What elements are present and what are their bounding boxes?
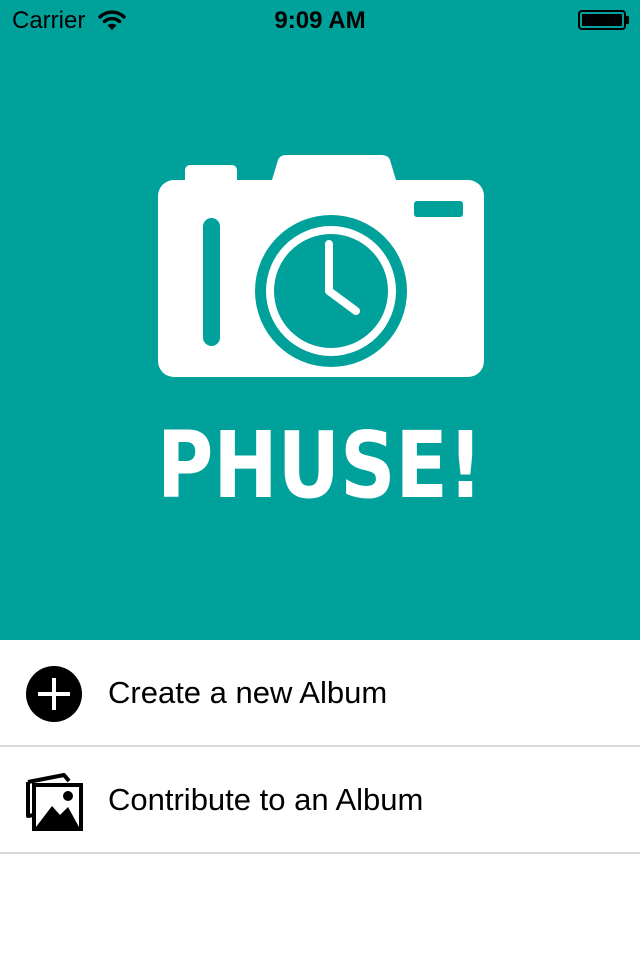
photos-stack-icon: [26, 773, 83, 831]
phuse-logo: PHUSE!: [157, 155, 484, 500]
album-menu: Create a new Album Contribute to an Albu…: [0, 640, 640, 854]
create-album-row[interactable]: Create a new Album: [0, 640, 640, 747]
create-album-label: Create a new Album: [108, 675, 388, 710]
contribute-album-label: Contribute to an Album: [108, 782, 424, 817]
logo-wordmark: PHUSE!: [157, 412, 483, 500]
hero-banner: Carrier 9:09 AM PHUSE!: [0, 0, 640, 640]
contribute-album-row[interactable]: Contribute to an Album: [0, 747, 640, 854]
clock-label: 9:09 AM: [274, 7, 366, 34]
plus-circle-icon: [26, 666, 82, 722]
status-bar: Carrier 9:09 AM: [0, 0, 640, 40]
battery-icon: [578, 10, 629, 30]
